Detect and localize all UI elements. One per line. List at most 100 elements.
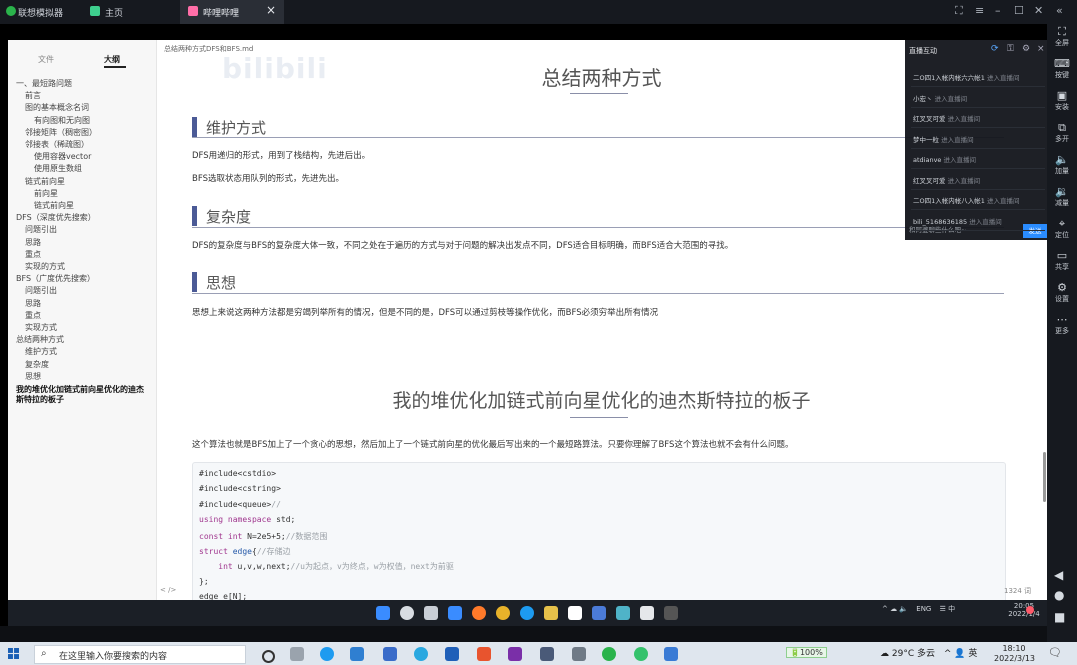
- volume-up-button[interactable]: 🔈 加量: [1047, 154, 1077, 176]
- app-icon[interactable]: [540, 647, 554, 661]
- file-explorer-icon[interactable]: [544, 606, 558, 620]
- outline-item-active[interactable]: 我的堆优化加链式前向星优化的迪杰斯特拉的板子: [8, 383, 144, 405]
- task-view-icon[interactable]: [290, 647, 304, 661]
- outline-item[interactable]: 思路: [8, 237, 156, 249]
- outline-item[interactable]: 思路: [8, 298, 156, 310]
- outline-item[interactable]: 邻接矩阵（稠密图）: [8, 127, 156, 139]
- outline-item[interactable]: 实现的方式: [8, 261, 156, 273]
- code-line: using namespace std;: [199, 515, 296, 525]
- outline-item[interactable]: 使用容器vector: [8, 151, 156, 163]
- app-icon[interactable]: [664, 647, 678, 661]
- outline-item[interactable]: 复杂度: [8, 359, 156, 371]
- search-icon[interactable]: [400, 606, 414, 620]
- tab-files[interactable]: 文件: [38, 54, 54, 65]
- windows-clock[interactable]: 18:10 2022/3/13: [994, 644, 1035, 664]
- home-circle-icon[interactable]: ●: [1054, 588, 1064, 602]
- app-icon[interactable]: [445, 647, 459, 661]
- install-button[interactable]: ▣ 安装: [1047, 90, 1077, 112]
- clion-icon[interactable]: [477, 647, 491, 661]
- user-icon[interactable]: 👤: [954, 649, 965, 659]
- app-icon[interactable]: [350, 647, 364, 661]
- app-icon[interactable]: [640, 606, 654, 620]
- document-scrollbar[interactable]: [1043, 452, 1046, 502]
- outline-item[interactable]: 邻接表（稀疏图）: [8, 139, 156, 151]
- location-button[interactable]: ⌖ 定位: [1047, 218, 1077, 240]
- outline-item[interactable]: 思想: [8, 371, 156, 383]
- outline-item[interactable]: 一、最短路问题: [8, 78, 156, 90]
- weather-text[interactable]: 29°C 多云: [892, 649, 935, 659]
- outline-item[interactable]: 重点: [8, 249, 156, 261]
- more-button[interactable]: ⋯ 更多: [1047, 314, 1077, 336]
- task-view-icon[interactable]: [424, 606, 438, 620]
- firefox-icon[interactable]: [472, 606, 486, 620]
- outline-item[interactable]: 使用原生数组: [8, 163, 156, 175]
- emulator-icon[interactable]: [602, 647, 616, 661]
- battery-indicator[interactable]: 🔋100%: [786, 647, 827, 658]
- chrome-icon[interactable]: [496, 606, 510, 620]
- chat-input[interactable]: 和阿婆聊些什么吧~: [909, 224, 1021, 238]
- source-toggle[interactable]: < />: [160, 586, 176, 594]
- ie-icon[interactable]: [414, 647, 428, 661]
- outline-item[interactable]: 总结两种方式: [8, 334, 156, 346]
- screenshot-icon[interactable]: ⛶: [955, 4, 963, 18]
- outline-item[interactable]: BFS（广度优先搜索）: [8, 273, 156, 285]
- outline-item[interactable]: 链式前向星: [8, 176, 156, 188]
- outline-item[interactable]: 有向图和无向图: [8, 115, 156, 127]
- outline-item[interactable]: 实现方式: [8, 322, 156, 334]
- mail-icon[interactable]: [383, 647, 397, 661]
- app-icon[interactable]: [592, 606, 606, 620]
- outline-item[interactable]: 图的基本概念名词: [8, 102, 156, 114]
- cortana-icon[interactable]: [262, 650, 275, 663]
- network-icon[interactable]: ☰ 中: [940, 605, 956, 613]
- recents-icon[interactable]: ■: [1054, 610, 1065, 624]
- app-icon[interactable]: [616, 606, 630, 620]
- ime-indicator[interactable]: 英: [968, 649, 977, 659]
- outline-item[interactable]: 重点: [8, 310, 156, 322]
- gear-icon[interactable]: ⚙: [1022, 44, 1030, 54]
- windows-logo-icon[interactable]: [8, 648, 19, 659]
- terminal-icon[interactable]: [664, 606, 678, 620]
- outline-item[interactable]: 问题引出: [8, 224, 156, 236]
- weather-icon[interactable]: ☁: [880, 649, 889, 659]
- share-button[interactable]: ▭ 共享: [1047, 250, 1077, 272]
- tray-icons[interactable]: ^ ☁ 🔈: [882, 605, 908, 613]
- edge-icon[interactable]: [320, 647, 334, 661]
- language-indicator[interactable]: ENG: [916, 605, 931, 613]
- home-tab[interactable]: 主页: [105, 6, 123, 19]
- widgets-icon[interactable]: [448, 606, 462, 620]
- notification-icon[interactable]: 🗨: [1048, 646, 1062, 659]
- windows-start-icon[interactable]: [376, 606, 390, 620]
- windows-search-box[interactable]: ⌕ 在这里输入你要搜索的内容: [34, 645, 246, 664]
- send-button[interactable]: 发送: [1023, 224, 1047, 238]
- close-icon[interactable]: ✕: [1034, 4, 1043, 17]
- menu-icon[interactable]: ≡: [975, 4, 984, 17]
- settings-button[interactable]: ⚙ 设置: [1047, 282, 1077, 304]
- fullscreen-button[interactable]: ⛶ 全屏: [1047, 26, 1077, 48]
- multi-instance-button[interactable]: ⧉ 多开: [1047, 122, 1077, 144]
- chat-close-icon[interactable]: ×: [1037, 44, 1045, 54]
- app-icon[interactable]: [572, 647, 586, 661]
- home-icon[interactable]: [90, 6, 100, 16]
- edge-icon[interactable]: [520, 606, 534, 620]
- outline-item[interactable]: 前向星: [8, 188, 156, 200]
- keymap-button[interactable]: ⌨ 按键: [1047, 58, 1077, 80]
- outline-item[interactable]: 前言: [8, 90, 156, 102]
- refresh-icon[interactable]: ⟳: [991, 44, 999, 54]
- volume-down-button[interactable]: 🔉 减量: [1047, 186, 1077, 208]
- outline-item[interactable]: 链式前向星: [8, 200, 156, 212]
- maximize-icon[interactable]: ☐: [1014, 4, 1024, 17]
- lock-icon[interactable]: ⚿: [1007, 44, 1014, 54]
- app-icon[interactable]: [508, 647, 522, 661]
- code-block[interactable]: #include<cstdio> #include<cstring> #includ…: [192, 462, 1006, 604]
- typora-icon[interactable]: [568, 606, 582, 620]
- outline-item[interactable]: DFS（深度优先搜索）: [8, 212, 156, 224]
- back-icon[interactable]: ◀: [1054, 568, 1063, 582]
- tray-overflow-icon[interactable]: ^: [944, 649, 952, 659]
- tab-outline[interactable]: 大纲: [104, 54, 120, 65]
- collapse-rail-icon[interactable]: «: [1056, 4, 1063, 17]
- minimize-icon[interactable]: –: [995, 4, 1001, 17]
- app-icon[interactable]: [634, 647, 648, 661]
- tab-close-icon[interactable]: ×: [266, 3, 276, 17]
- outline-item[interactable]: 维护方式: [8, 346, 156, 358]
- outline-item[interactable]: 问题引出: [8, 285, 156, 297]
